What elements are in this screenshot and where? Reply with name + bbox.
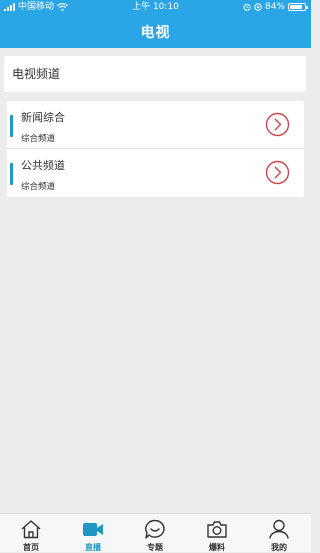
tab-label: 首页	[23, 543, 39, 552]
home-icon	[21, 520, 41, 539]
video-camera-icon	[83, 523, 103, 536]
channel-item[interactable]: 公共频道 综合频道	[7, 149, 304, 197]
tab-bar: 首页 直播 专题 爆料 我的	[0, 513, 311, 552]
channel-accent-bar	[10, 115, 13, 137]
chevron-right-icon[interactable]	[265, 112, 290, 137]
tab-live[interactable]: 直播	[62, 514, 124, 553]
tab-label: 专题	[147, 543, 163, 552]
chevron-right-icon[interactable]	[265, 160, 290, 185]
header-bar: 中国移动 上午 10:10 84% 电视	[0, 0, 311, 48]
tab-report[interactable]: 爆料	[186, 514, 248, 553]
battery-icon	[288, 3, 308, 11]
page-title: 电视	[140, 25, 171, 41]
chat-bubble-icon	[145, 519, 165, 539]
channel-subtitle: 综合频道	[21, 134, 56, 144]
camera-icon	[207, 521, 227, 538]
tab-label: 直播	[85, 543, 101, 552]
tab-topics[interactable]: 专题	[124, 514, 186, 553]
section-heading: 电视频道	[4, 56, 306, 92]
status-bar: 中国移动 上午 10:10 84%	[0, 0, 311, 14]
orientation-lock-icon	[254, 3, 262, 11]
channel-name: 新闻综合	[21, 111, 65, 124]
channel-accent-bar	[10, 163, 13, 185]
alarm-icon	[243, 3, 251, 11]
channel-subtitle: 综合频道	[21, 182, 56, 192]
tab-home[interactable]: 首页	[0, 514, 62, 553]
channel-list: 新闻综合 综合频道 公共频道 综合频道	[7, 101, 304, 197]
channel-name: 公共频道	[21, 159, 65, 172]
tab-label: 我的	[271, 543, 287, 552]
user-icon	[269, 519, 289, 539]
channel-item[interactable]: 新闻综合 综合频道	[7, 101, 304, 149]
battery-percent: 84%	[264, 2, 285, 12]
tab-label: 爆料	[209, 543, 225, 552]
tab-profile[interactable]: 我的	[248, 514, 310, 553]
